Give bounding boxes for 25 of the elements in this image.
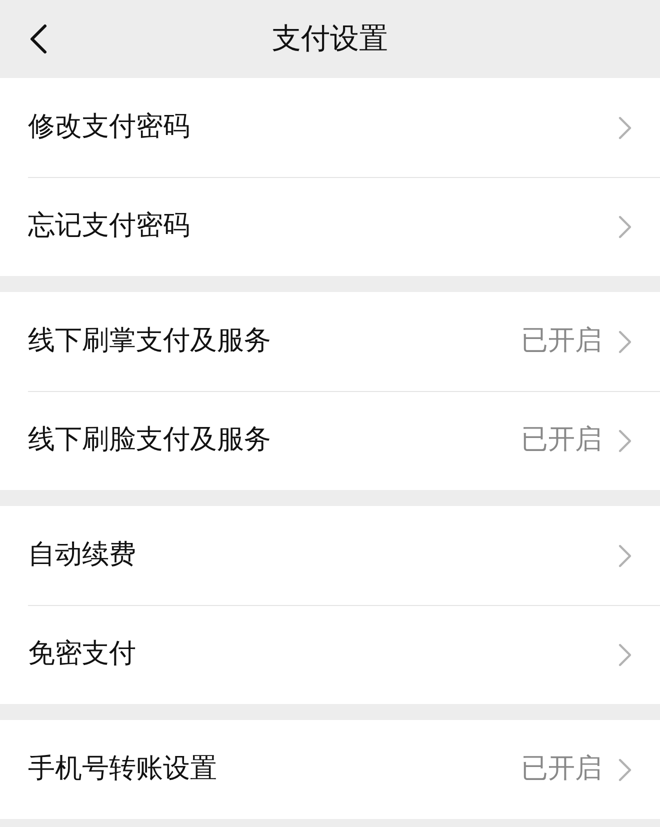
- chevron-icon: [618, 544, 632, 568]
- settings-row[interactable]: 自动续费: [0, 506, 660, 605]
- chevron-icon: [618, 116, 632, 140]
- row-label: 忘记支付密码: [28, 209, 191, 244]
- page-title: 支付设置: [272, 20, 388, 58]
- settings-row[interactable]: 修改支付密码: [0, 78, 660, 177]
- row-label: 免密支付: [28, 637, 137, 672]
- row-label: 线下刷脸支付及服务: [28, 423, 272, 458]
- chevron-icon: [618, 214, 632, 238]
- status-value: 已开启: [521, 752, 602, 786]
- status-value: 已开启: [521, 423, 602, 458]
- row-label: 手机号转账设置: [28, 752, 218, 786]
- settings-row[interactable]: 线下刷脸支付及服务 已开启: [0, 391, 660, 490]
- chevron-icon: [618, 758, 632, 782]
- chevron-icon: [618, 330, 632, 354]
- settings-row[interactable]: 线下刷掌支付及服务 已开启: [0, 292, 660, 391]
- row-label: 自动续费: [28, 538, 137, 572]
- settings-row[interactable]: 忘记支付密码: [0, 177, 660, 276]
- row-label: 修改支付密码: [28, 110, 191, 144]
- chevron-icon: [618, 642, 632, 666]
- settings-row[interactable]: 免密支付: [0, 605, 660, 704]
- chevron-icon: [618, 428, 632, 452]
- row-label: 线下刷掌支付及服务: [28, 324, 272, 358]
- settings-row[interactable]: 手机号转账设置 已开启: [0, 720, 660, 819]
- status-value: 已开启: [521, 324, 602, 358]
